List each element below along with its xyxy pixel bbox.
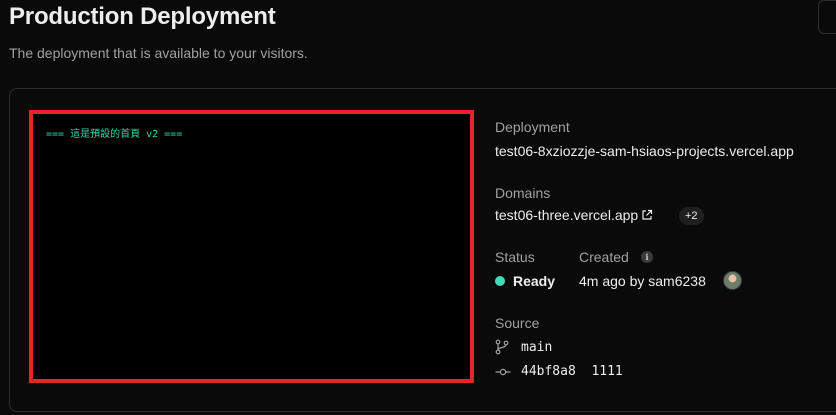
branch-link[interactable]: main [521,340,552,355]
deployment-url-link[interactable]: test06-8xziozzje-sam-hsiaos-projects.ver… [495,143,794,159]
commit-link[interactable]: 44bf8a8 1111 [521,364,623,379]
preview-text: === 這是預設的首頁 v2 === [46,129,183,140]
page-title: Production Deployment [9,3,276,30]
status-label: Status [495,249,535,265]
external-link-icon [641,208,653,224]
info-icon[interactable]: i [641,251,653,263]
deployment-preview[interactable]: === 這是預設的首頁 v2 === [29,110,474,383]
header-action-button[interactable] [818,0,836,34]
production-deployment-page: Production Deployment The deployment tha… [0,0,836,415]
created-value: 4m ago by sam6238 [579,273,706,289]
domains-label: Domains [495,185,551,201]
domain-link[interactable]: test06-three.vercel.app [495,207,653,224]
status-value: Ready [513,273,556,289]
page-subtitle: The deployment that is available to your… [9,45,308,61]
git-commit-icon [495,365,511,383]
deployment-label: Deployment [495,119,570,135]
avatar[interactable] [723,271,742,290]
git-branch-icon [495,339,509,360]
status-indicator-dot [495,276,505,286]
more-domains-badge[interactable]: +2 [679,207,704,225]
domain-link-text: test06-three.vercel.app [495,207,639,223]
source-label: Source [495,315,540,331]
created-label: Created [579,249,629,265]
